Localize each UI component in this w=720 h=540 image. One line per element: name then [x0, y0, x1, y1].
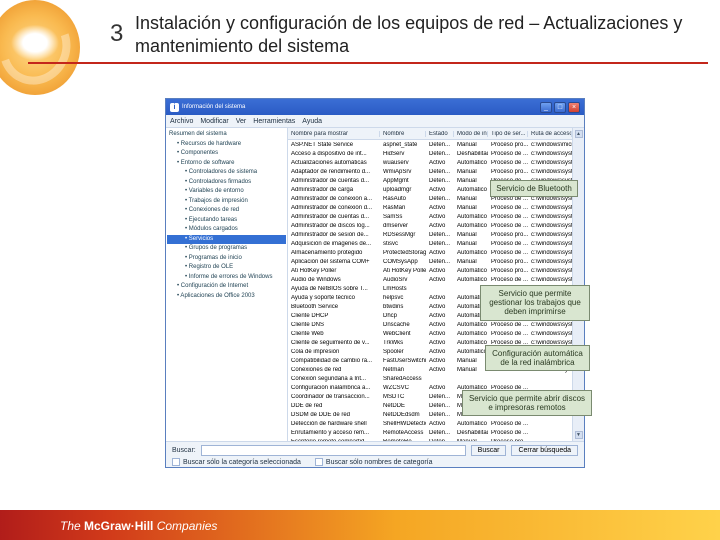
- col-header[interactable]: Modo de in...: [454, 131, 488, 137]
- callout-remote-disks: Servicio que permite abrir discos e impr…: [462, 390, 592, 416]
- menu-modificar[interactable]: Modificar: [200, 118, 228, 125]
- tree-root[interactable]: Resumen del sistema: [167, 130, 286, 140]
- tree-item[interactable]: • Aplicaciones de Office 2003: [167, 292, 286, 302]
- tree-item[interactable]: • Servicios: [167, 235, 286, 245]
- maximize-button[interactable]: □: [554, 102, 566, 113]
- col-header[interactable]: Estado: [426, 131, 454, 137]
- search-panel: Buscar: Buscar Cerrar búsqueda Buscar só…: [166, 441, 584, 467]
- menu-ver[interactable]: Ver: [236, 118, 247, 125]
- menu-ayuda[interactable]: Ayuda: [302, 118, 322, 125]
- column-headers[interactable]: Nombre para mostrarNombreEstadoModo de i…: [288, 128, 572, 140]
- tree-item[interactable]: • Recursos de hardware: [167, 140, 286, 150]
- scroll-up-icon[interactable]: ▲: [575, 130, 583, 138]
- table-row[interactable]: Detección de hardware shellShellHWDetect…: [288, 419, 572, 428]
- close-button[interactable]: ×: [568, 102, 580, 113]
- search-opt-selected-category[interactable]: Buscar sólo la categoría seleccionada: [172, 458, 301, 466]
- search-opt-names-only[interactable]: Buscar sólo nombres de categoría: [315, 458, 433, 466]
- search-input[interactable]: [201, 445, 466, 456]
- table-row[interactable]: Administrador de discos lóg...dmserverAc…: [288, 221, 572, 230]
- table-row[interactable]: Enrutamiento y acceso rem...RemoteAccess…: [288, 428, 572, 437]
- table-row[interactable]: Administrador de conexión d...RasManActi…: [288, 203, 572, 212]
- table-row[interactable]: Adaptador de rendimiento d...WmiApSrvDet…: [288, 167, 572, 176]
- scroll-down-icon[interactable]: ▼: [575, 431, 583, 439]
- menu-archivo[interactable]: Archivo: [170, 118, 193, 125]
- checkbox-icon[interactable]: [172, 458, 180, 466]
- col-header[interactable]: Tipo de ser...: [488, 131, 528, 137]
- tree-item[interactable]: • Programas de inicio: [167, 254, 286, 264]
- col-header[interactable]: Ruta de acceso: [528, 131, 572, 137]
- callout-print-jobs: Servicio que permite gestionar los traba…: [480, 285, 590, 321]
- tree-item[interactable]: • Trabajos de impresión: [167, 197, 286, 207]
- menubar[interactable]: Archivo Modificar Ver Herramientas Ayuda: [166, 115, 584, 128]
- tree-item[interactable]: • Módulos cargados: [167, 225, 286, 235]
- table-row[interactable]: Ati HotKey PollerAti HotKey PollerActivo…: [288, 266, 572, 275]
- tree-item[interactable]: • Grupos de programas: [167, 244, 286, 254]
- tree-item[interactable]: • Componentes: [167, 149, 286, 159]
- tree-item[interactable]: • Configuración de Internet: [167, 282, 286, 292]
- search-button[interactable]: Buscar: [471, 445, 507, 456]
- table-row[interactable]: Adquisición de imágenes de...stisvcDeten…: [288, 239, 572, 248]
- minimize-button[interactable]: _: [540, 102, 552, 113]
- callout-bluetooth: Servicio de Bluetooth: [490, 180, 578, 197]
- slide-title: Instalación y configuración de los equip…: [135, 12, 695, 59]
- table-row[interactable]: Cliente DNSDnscacheActivoAutomáticoProce…: [288, 320, 572, 329]
- search-label: Buscar:: [172, 447, 196, 454]
- titlebar[interactable]: Información del sistema _ □ ×: [166, 99, 584, 115]
- tree-item[interactable]: • Controladores firmados: [167, 178, 286, 188]
- callout-wireless: Configuración automática de la red inalá…: [485, 345, 590, 371]
- tree-item[interactable]: • Conexiones de red: [167, 206, 286, 216]
- table-row[interactable]: ASP.NET State Serviceaspnet_stateDeten..…: [288, 140, 572, 149]
- close-search-button[interactable]: Cerrar búsqueda: [511, 445, 578, 456]
- tree-item[interactable]: • Ejecutando tareas: [167, 216, 286, 226]
- slide-number: 3: [110, 20, 123, 48]
- table-row[interactable]: Conexión segundaria a Int...SharedAccess: [288, 374, 572, 383]
- brand-text: The McGraw·Hill Companies: [60, 519, 217, 533]
- table-row[interactable]: Administrador de cuentas d...SamSsActivo…: [288, 212, 572, 221]
- table-row[interactable]: Administrador de sesión de...RDSessMgrDe…: [288, 230, 572, 239]
- decorative-swirl: [0, 0, 80, 95]
- tree-item[interactable]: • Variables de entorno: [167, 187, 286, 197]
- table-row[interactable]: Actualizaciones automáticaswuauservActiv…: [288, 158, 572, 167]
- nav-tree[interactable]: Resumen del sistema• Recursos de hardwar…: [166, 128, 288, 441]
- table-row[interactable]: Aplicación del sistema COM+COMSysAppDete…: [288, 257, 572, 266]
- menu-herramientas[interactable]: Herramientas: [253, 118, 295, 125]
- tree-item[interactable]: • Registro de OLE: [167, 263, 286, 273]
- tree-item[interactable]: • Entorno de software: [167, 159, 286, 169]
- title-underline: [28, 62, 708, 64]
- window-title: Información del sistema: [182, 104, 245, 110]
- table-row[interactable]: Almacenamiento protegidoProtectedStorage…: [288, 248, 572, 257]
- app-icon: [170, 103, 179, 112]
- tree-item[interactable]: • Controladores de sistema: [167, 168, 286, 178]
- table-row[interactable]: Acceso a dispositivo de int...HidServDet…: [288, 149, 572, 158]
- checkbox-icon[interactable]: [315, 458, 323, 466]
- table-row[interactable]: Cliente WebWebClientActivoAutomáticoProc…: [288, 329, 572, 338]
- col-header[interactable]: Nombre: [380, 131, 426, 137]
- table-row[interactable]: Audio de WindowsAudioSrvActivoAutomático…: [288, 275, 572, 284]
- col-header[interactable]: Nombre para mostrar: [288, 131, 380, 137]
- tree-item[interactable]: • Informe de errores de Windows: [167, 273, 286, 283]
